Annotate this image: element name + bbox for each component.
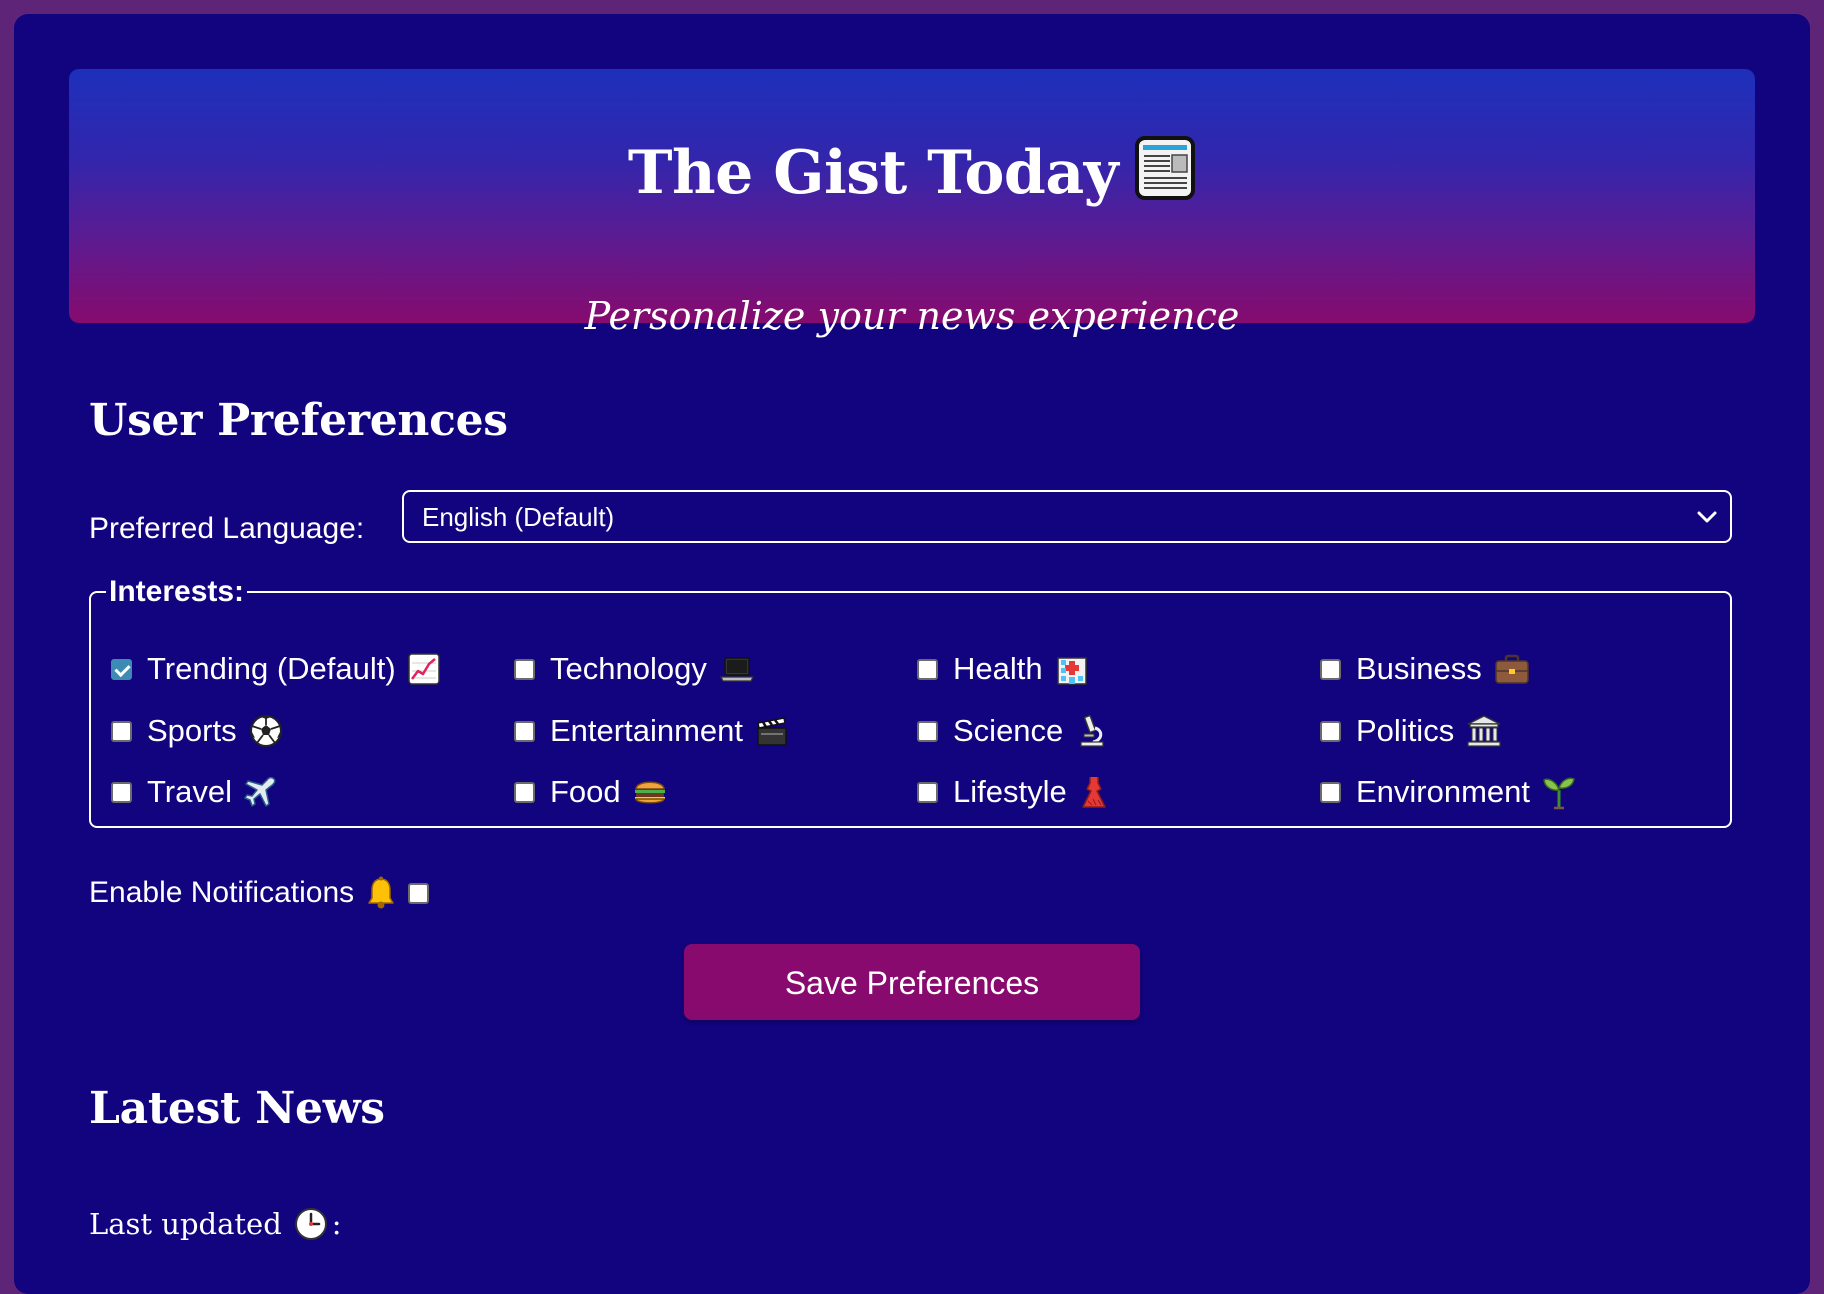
interest-food[interactable]: Food bbox=[514, 774, 667, 810]
interest-label: Lifestyle bbox=[953, 774, 1067, 809]
interest-health[interactable]: Health bbox=[917, 651, 1089, 687]
interest-lifestyle-checkbox[interactable] bbox=[917, 781, 938, 803]
site-title-text: The Gist Today bbox=[627, 138, 1119, 208]
interest-environment-checkbox[interactable] bbox=[1320, 781, 1341, 803]
interests-fieldset: Interests: Trending (Default) Technology… bbox=[89, 577, 1732, 828]
site-tagline: Personalize your news experience bbox=[584, 294, 1240, 338]
newspaper-icon bbox=[1134, 135, 1196, 211]
microscope-icon bbox=[1075, 714, 1107, 748]
interest-travel-checkbox[interactable] bbox=[111, 781, 132, 803]
app-container: The Gist Today Personalize your news exp… bbox=[14, 14, 1810, 1294]
preferences-heading: User Preferences bbox=[89, 395, 508, 446]
site-title: The Gist Today bbox=[69, 135, 1755, 211]
interest-label: Health bbox=[953, 651, 1043, 686]
interest-politics-checkbox[interactable] bbox=[1320, 720, 1341, 742]
notifications-checkbox[interactable] bbox=[408, 882, 430, 904]
news-heading: Latest News bbox=[89, 1083, 385, 1134]
clapper-board-icon bbox=[755, 715, 789, 747]
interest-trending-checkbox[interactable] bbox=[111, 658, 132, 680]
laptop-icon bbox=[719, 655, 755, 683]
interest-label: Entertainment bbox=[550, 713, 743, 748]
notifications-label: Enable Notifications bbox=[89, 876, 355, 909]
interest-science-checkbox[interactable] bbox=[917, 720, 938, 742]
interest-environment[interactable]: Environment bbox=[1320, 774, 1576, 810]
interest-label: Sports bbox=[147, 713, 237, 748]
last-updated: Last updated : bbox=[89, 1204, 342, 1244]
interest-travel[interactable]: Travel bbox=[111, 774, 278, 810]
interest-label: Food bbox=[550, 774, 621, 809]
site-header: The Gist Today Personalize your news exp… bbox=[69, 69, 1755, 335]
briefcase-icon bbox=[1494, 653, 1530, 685]
chart-increasing-icon bbox=[407, 653, 440, 685]
interest-label: Trending (Default) bbox=[147, 651, 396, 686]
interest-technology-checkbox[interactable] bbox=[514, 658, 535, 680]
interest-food-checkbox[interactable] bbox=[514, 781, 535, 803]
interests-legend: Interests: bbox=[106, 577, 248, 607]
language-select[interactable]: English (Default) bbox=[402, 490, 1732, 543]
interest-politics[interactable]: Politics bbox=[1320, 713, 1502, 749]
interest-label: Travel bbox=[147, 774, 232, 809]
interest-label: Environment bbox=[1356, 774, 1531, 809]
chevron-down-icon bbox=[1696, 504, 1718, 535]
last-updated-suffix: : bbox=[331, 1207, 342, 1241]
interest-business[interactable]: Business bbox=[1320, 651, 1530, 687]
interest-entertainment[interactable]: Entertainment bbox=[514, 713, 789, 749]
classical-building-icon bbox=[1466, 714, 1502, 748]
interest-sports-checkbox[interactable] bbox=[111, 720, 132, 742]
notifications-row: Enable Notifications bbox=[89, 873, 430, 913]
interest-label: Technology bbox=[550, 651, 707, 686]
hospital-icon bbox=[1055, 652, 1089, 686]
last-updated-label: Last updated bbox=[89, 1207, 282, 1241]
seedling-icon bbox=[1542, 774, 1576, 810]
interest-technology[interactable]: Technology bbox=[514, 651, 755, 687]
interest-sports[interactable]: Sports bbox=[111, 713, 283, 749]
interest-trending[interactable]: Trending (Default) bbox=[111, 651, 440, 687]
soccer-ball-icon bbox=[249, 714, 283, 748]
save-preferences-button[interactable]: Save Preferences bbox=[684, 944, 1140, 1020]
language-select-value: English (Default) bbox=[422, 502, 615, 532]
airplane-icon bbox=[244, 775, 278, 809]
clock-icon bbox=[294, 1207, 328, 1241]
interest-health-checkbox[interactable] bbox=[917, 658, 938, 680]
dress-icon bbox=[1079, 775, 1109, 809]
bell-icon bbox=[366, 876, 396, 910]
interest-business-checkbox[interactable] bbox=[1320, 658, 1341, 680]
interest-label: Politics bbox=[1356, 713, 1455, 748]
interest-science[interactable]: Science bbox=[917, 713, 1107, 749]
hamburger-icon bbox=[633, 777, 667, 807]
interest-label: Science bbox=[953, 713, 1064, 748]
interest-lifestyle[interactable]: Lifestyle bbox=[917, 774, 1109, 810]
interest-label: Business bbox=[1356, 651, 1482, 686]
interest-entertainment-checkbox[interactable] bbox=[514, 720, 535, 742]
language-label: Preferred Language: bbox=[89, 512, 365, 545]
